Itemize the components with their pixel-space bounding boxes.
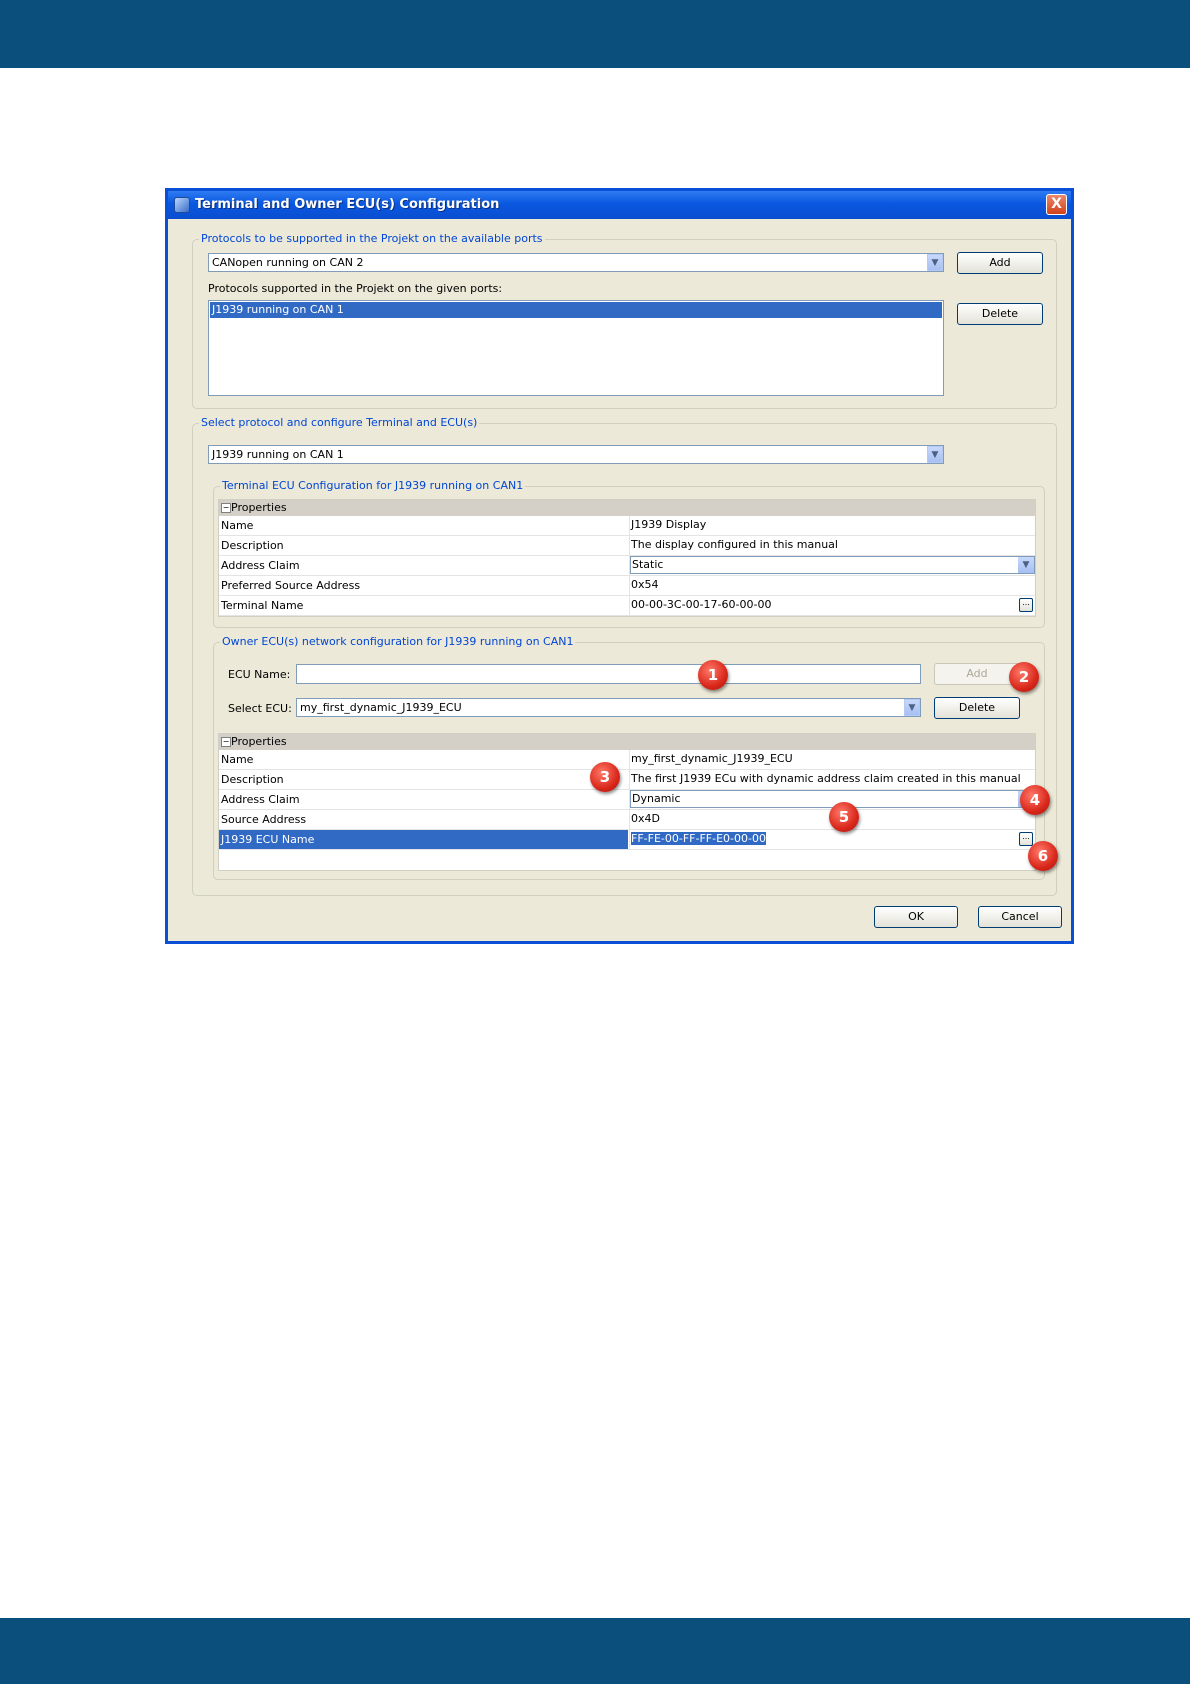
property-value: Dynamic (632, 792, 681, 805)
configure-group: Select protocol and configure Terminal a… (192, 416, 1057, 896)
supported-protocols-list[interactable]: J1939 running on CAN 1 (208, 300, 944, 396)
table-row[interactable]: J1939 ECU Name FF-FE-00-FF-FF-E0-00-00 .… (219, 830, 1035, 850)
callout-marker-2: 2 (1009, 662, 1039, 692)
property-value[interactable]: The first J1939 ECu with dynamic address… (631, 772, 1021, 785)
chevron-down-icon[interactable]: ▼ (904, 699, 920, 716)
supported-protocols-label: Protocols supported in the Projekt on th… (208, 282, 503, 295)
available-protocol-select[interactable]: CANopen running on CAN 2 ▼ (208, 253, 944, 272)
callout-marker-4: 4 (1020, 785, 1050, 815)
ecu-name-label: ECU Name: (228, 668, 291, 681)
properties-header-label: Properties (231, 735, 287, 748)
properties-header-label: Properties (231, 501, 287, 514)
property-value[interactable]: FF-FE-00-FF-FF-E0-00-00 (631, 832, 766, 845)
table-row[interactable]: Name my_first_dynamic_J1939_ECU (219, 750, 1035, 770)
select-ecu-label: Select ECU: (228, 702, 292, 715)
properties-header[interactable]: − Properties (219, 734, 1035, 750)
property-value[interactable]: 00-00-3C-00-17-60-00-00 (631, 598, 771, 611)
property-name: J1939 ECU Name (221, 833, 315, 846)
terminal-properties-table: − Properties Name J1939 Display Descript… (218, 499, 1036, 617)
owner-properties-table: − Properties Name my_first_dynamic_J1939… (218, 733, 1036, 871)
property-name: Address Claim (221, 559, 300, 572)
callout-marker-3: 3 (590, 762, 620, 792)
property-value[interactable]: my_first_dynamic_J1939_ECU (631, 752, 793, 765)
ellipsis-icon[interactable]: ... (1019, 598, 1033, 612)
property-name: Name (221, 753, 254, 766)
add-ecu-button[interactable]: Add (934, 663, 1020, 685)
dialog-title: Terminal and Owner ECU(s) Configuration (195, 197, 500, 212)
table-row[interactable]: Address Claim Static ▼ (219, 556, 1035, 576)
property-name: Address Claim (221, 793, 300, 806)
property-value[interactable]: 0x54 (631, 578, 659, 591)
table-row[interactable]: Source Address 0x4D (219, 810, 1035, 830)
delete-ecu-button[interactable]: Delete (934, 697, 1020, 719)
minus-box-icon[interactable]: − (221, 737, 231, 747)
table-row[interactable]: Address Claim Dynamic ▼ (219, 790, 1035, 810)
chevron-down-icon[interactable]: ▼ (1018, 557, 1034, 573)
address-claim-select[interactable]: Static ▼ (630, 556, 1035, 574)
close-icon[interactable]: X (1046, 194, 1067, 215)
property-value: Static (632, 558, 664, 571)
terminal-ecu-group-title: Terminal ECU Configuration for J1939 run… (220, 479, 526, 492)
owner-ecu-group-title: Owner ECU(s) network configuration for J… (220, 635, 576, 648)
table-row[interactable]: Name J1939 Display (219, 516, 1035, 536)
property-value[interactable]: The display configured in this manual (631, 538, 838, 551)
protocol-select-value: J1939 running on CAN 1 (212, 448, 344, 461)
chevron-down-icon[interactable]: ▼ (927, 254, 943, 271)
property-name: Description (221, 539, 284, 552)
property-value[interactable]: J1939 Display (631, 518, 706, 531)
callout-marker-1: 1 (698, 660, 728, 690)
ok-button[interactable]: OK (874, 906, 958, 928)
property-name: Description (221, 773, 284, 786)
table-row[interactable]: Terminal Name 00-00-3C-00-17-60-00-00 ..… (219, 596, 1035, 616)
owner-ecu-group: Owner ECU(s) network configuration for J… (213, 635, 1045, 880)
list-item[interactable]: J1939 running on CAN 1 (210, 302, 942, 318)
chevron-down-icon[interactable]: ▼ (927, 446, 943, 463)
ecu-select-value: my_first_dynamic_J1939_ECU (300, 701, 462, 714)
table-row[interactable]: Description The display configured in th… (219, 536, 1035, 556)
configuration-dialog: Terminal and Owner ECU(s) Configuration … (165, 188, 1074, 944)
properties-header[interactable]: − Properties (219, 500, 1035, 516)
property-name: Name (221, 519, 254, 532)
minus-box-icon[interactable]: − (221, 503, 231, 513)
property-name: Terminal Name (221, 599, 304, 612)
delete-protocol-button[interactable]: Delete (957, 303, 1043, 325)
ecu-name-field[interactable] (296, 664, 921, 684)
terminal-ecu-group: Terminal ECU Configuration for J1939 run… (213, 479, 1045, 628)
available-protocol-value: CANopen running on CAN 2 (212, 256, 364, 269)
add-protocol-button[interactable]: Add (957, 252, 1043, 274)
property-name: Source Address (221, 813, 307, 826)
cancel-button[interactable]: Cancel (978, 906, 1062, 928)
header-band (0, 0, 1190, 68)
configure-group-title: Select protocol and configure Terminal a… (199, 416, 480, 429)
app-icon (174, 197, 190, 213)
protocol-select[interactable]: J1939 running on CAN 1 ▼ (208, 445, 944, 464)
protocols-group-title: Protocols to be supported in the Projekt… (199, 232, 545, 245)
property-value[interactable]: 0x4D (631, 812, 660, 825)
table-row[interactable]: Preferred Source Address 0x54 (219, 576, 1035, 596)
dialog-titlebar[interactable]: Terminal and Owner ECU(s) Configuration … (168, 191, 1071, 219)
table-row[interactable]: Description The first J1939 ECu with dyn… (219, 770, 1035, 790)
protocols-group: Protocols to be supported in the Projekt… (192, 232, 1057, 409)
ellipsis-icon[interactable]: ... (1019, 832, 1033, 846)
callout-marker-5: 5 (829, 802, 859, 832)
property-name: Preferred Source Address (221, 579, 361, 592)
ecu-select[interactable]: my_first_dynamic_J1939_ECU ▼ (296, 698, 921, 717)
callout-marker-6: 6 (1028, 841, 1058, 871)
footer-band (0, 1618, 1190, 1684)
